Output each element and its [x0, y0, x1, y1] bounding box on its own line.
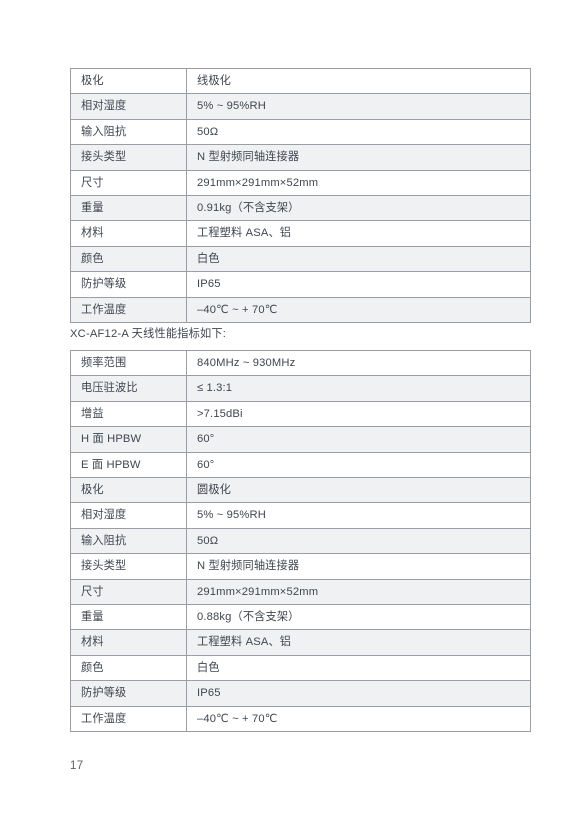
spec-value-cell: 工程塑料 ASA、铝 [186, 629, 531, 656]
table-row: 工作温度 –40℃ ~ + 70℃ [70, 705, 531, 733]
spec-label-cell: 工作温度 [70, 705, 187, 733]
table-row: 极化 线极化 [70, 67, 531, 95]
table-row: 相对湿度 5% ~ 95%RH [70, 93, 531, 120]
spec-label-cell: 增益 [70, 400, 187, 428]
spec-table-xc-af12-a: 频率范围 840MHz ~ 930MHz 电压驻波比 ≤ 1.3:1 增益 >7.15dB… [70, 349, 531, 733]
spec-value-cell: 291mm×291mm×52mm [186, 578, 531, 606]
spec-label-cell: 颜色 [70, 654, 187, 682]
spec-value-cell: –40℃ ~ + 70℃ [186, 705, 531, 733]
table-row: 防护等级 IP65 [70, 271, 531, 298]
spec-value-cell: IP65 [186, 271, 531, 298]
spec-value-cell: 50Ω [186, 118, 531, 146]
spec-label-cell: 极化 [70, 477, 187, 504]
spec-label-cell: 尺寸 [70, 169, 187, 197]
spec-value-cell: 291mm×291mm×52mm [186, 169, 531, 197]
table-row: 工作温度 –40℃ ~ + 70℃ [70, 296, 531, 324]
spec-label-cell: 防护等级 [70, 680, 187, 707]
spec-table-body: 极化 线极化 相对湿度 5% ~ 95%RH 输入阻抗 50Ω 接头类型 N 型射频同轴连接器… [70, 67, 531, 324]
spec-value-cell: 线极化 [186, 67, 531, 95]
spec-label-cell: 接头类型 [70, 144, 187, 171]
table-row: 颜色 白色 [70, 245, 531, 273]
section-heading-xc-af12-a: XC-AF12-A 天线性能指标如下: [70, 328, 227, 340]
spec-value-cell: 0.91kg（不含支架） [186, 195, 531, 222]
table-row: 输入阻抗 50Ω [70, 118, 531, 146]
spec-label-cell: 电压驻波比 [70, 375, 187, 402]
table-row: 极化 圆极化 [70, 477, 531, 504]
spec-value-cell: N 型射频同轴连接器 [186, 553, 531, 580]
spec-value-cell: 工程塑料 ASA、铝 [186, 220, 531, 247]
spec-value-cell: >7.15dBi [186, 400, 531, 428]
table-row: 频率范围 840MHz ~ 930MHz [70, 349, 531, 377]
page-number: 17 [70, 760, 84, 772]
spec-label-cell: 接头类型 [70, 553, 187, 580]
spec-value-cell: 60° [186, 426, 531, 453]
spec-label-cell: 颜色 [70, 245, 187, 273]
table-row: 重量 0.88kg（不含支架） [70, 604, 531, 631]
spec-value-cell: ≤ 1.3:1 [186, 375, 531, 402]
spec-value-cell: 0.88kg（不含支架） [186, 604, 531, 631]
table-row: 重量 0.91kg（不含支架） [70, 195, 531, 222]
spec-label-cell: 材料 [70, 629, 187, 656]
spec-value-cell: IP65 [186, 680, 531, 707]
table-row: 颜色 白色 [70, 654, 531, 682]
spec-label-cell: 频率范围 [70, 349, 187, 377]
table-row: 电压驻波比 ≤ 1.3:1 [70, 375, 531, 402]
spec-label-cell: 输入阻抗 [70, 118, 187, 146]
table-row: E 面 HPBW 60° [70, 451, 531, 479]
spec-value-cell: 60° [186, 451, 531, 479]
spec-table-body: 频率范围 840MHz ~ 930MHz 电压驻波比 ≤ 1.3:1 增益 >7.15dB… [70, 349, 531, 733]
spec-value-cell: N 型射频同轴连接器 [186, 144, 531, 171]
table-row: 防护等级 IP65 [70, 680, 531, 707]
spec-label-cell: E 面 HPBW [70, 451, 187, 479]
spec-value-cell: –40℃ ~ + 70℃ [186, 296, 531, 324]
spec-table-polarization-continued: 极化 线极化 相对湿度 5% ~ 95%RH 输入阻抗 50Ω 接头类型 N 型射频同轴连接器… [70, 67, 531, 324]
table-row: 接头类型 N 型射频同轴连接器 [70, 553, 531, 580]
table-row: 尺寸 291mm×291mm×52mm [70, 578, 531, 606]
spec-label-cell: 工作温度 [70, 296, 187, 324]
spec-value-cell: 5% ~ 95%RH [186, 93, 531, 120]
spec-label-cell: 重量 [70, 604, 187, 631]
table-row: 接头类型 N 型射频同轴连接器 [70, 144, 531, 171]
spec-label-cell: 防护等级 [70, 271, 187, 298]
table-row: 尺寸 291mm×291mm×52mm [70, 169, 531, 197]
spec-value-cell: 白色 [186, 654, 531, 682]
spec-value-cell: 5% ~ 95%RH [186, 502, 531, 529]
spec-value-cell: 圆极化 [186, 477, 531, 504]
spec-label-cell: 重量 [70, 195, 187, 222]
table-row: 输入阻抗 50Ω [70, 527, 531, 555]
spec-label-cell: 材料 [70, 220, 187, 247]
spec-value-cell: 白色 [186, 245, 531, 273]
table-row: 材料 工程塑料 ASA、铝 [70, 629, 531, 656]
spec-label-cell: 相对湿度 [70, 93, 187, 120]
spec-value-cell: 50Ω [186, 527, 531, 555]
spec-label-cell: 相对湿度 [70, 502, 187, 529]
document-page: 极化 线极化 相对湿度 5% ~ 95%RH 输入阻抗 50Ω 接头类型 N 型射频同轴连接器… [0, 0, 582, 816]
table-row: H 面 HPBW 60° [70, 426, 531, 453]
spec-value-cell: 840MHz ~ 930MHz [186, 349, 531, 377]
spec-label-cell: 尺寸 [70, 578, 187, 606]
table-row: 增益 >7.15dBi [70, 400, 531, 428]
spec-label-cell: H 面 HPBW [70, 426, 187, 453]
spec-label-cell: 极化 [70, 67, 187, 95]
spec-label-cell: 输入阻抗 [70, 527, 187, 555]
table-row: 相对湿度 5% ~ 95%RH [70, 502, 531, 529]
table-row: 材料 工程塑料 ASA、铝 [70, 220, 531, 247]
